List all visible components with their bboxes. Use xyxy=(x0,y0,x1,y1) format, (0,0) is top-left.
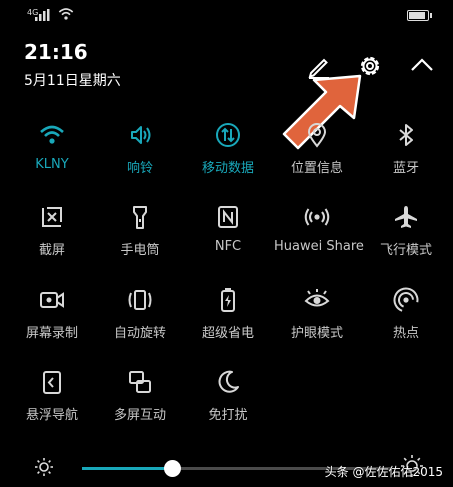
watermark: 头条 @佐佐佑佑2015 xyxy=(324,465,443,479)
auto-rotate-icon xyxy=(128,290,152,310)
eye-comfort-icon xyxy=(304,289,330,307)
tile-label: 位置信息 xyxy=(290,161,343,176)
tile-nfc[interactable]: NFC xyxy=(185,203,271,273)
tile-mobile-data[interactable]: 移动数据 xyxy=(185,121,271,191)
tile-wifi[interactable]: KLNY xyxy=(9,121,95,191)
battery-icon xyxy=(407,10,432,21)
tile-label: 超级省电 xyxy=(201,326,254,341)
airplane-icon xyxy=(395,206,417,228)
screenshot-icon xyxy=(42,207,62,227)
tile-bluetooth[interactable]: 蓝牙 xyxy=(363,121,449,191)
ring-icon xyxy=(131,126,151,144)
tile-flashlight[interactable]: 手电筒 xyxy=(97,203,183,273)
bluetooth-icon xyxy=(399,124,413,146)
screen-record-icon xyxy=(40,292,64,308)
tile-label: NFC xyxy=(214,239,242,254)
tile-label: 屏幕录制 xyxy=(25,326,78,341)
location-icon xyxy=(307,123,327,148)
brightness-thumb[interactable] xyxy=(163,460,181,477)
brightness-fill xyxy=(82,467,172,470)
floating-nav-icon xyxy=(43,371,61,394)
tile-label: 护眼模式 xyxy=(290,326,343,341)
tile-floating-nav[interactable]: 悬浮导航 xyxy=(9,368,95,438)
status-bar: 4G xyxy=(0,0,453,30)
hotspot-icon xyxy=(393,287,419,313)
tile-airplane[interactable]: 飞行模式 xyxy=(363,203,449,273)
power-saver-icon xyxy=(221,288,235,312)
tile-label: 蓝牙 xyxy=(392,161,419,176)
multi-screen-icon xyxy=(129,371,151,393)
wifi-status-icon xyxy=(58,8,74,20)
tile-screen-record[interactable]: 屏幕录制 xyxy=(9,286,95,356)
tile-label: Huawei Share xyxy=(274,239,364,254)
tile-hotspot[interactable]: 热点 xyxy=(363,286,449,356)
do-not-disturb-icon xyxy=(218,370,239,393)
tile-label: 截屏 xyxy=(38,243,65,258)
tile-label: 悬浮导航 xyxy=(25,408,78,423)
tile-multi-screen[interactable]: 多屏互动 xyxy=(97,368,183,438)
huawei-share-icon xyxy=(304,208,330,226)
tile-label: 移动数据 xyxy=(201,161,254,176)
tile-location[interactable]: 位置信息 xyxy=(274,121,360,191)
tile-label: 免打扰 xyxy=(208,408,248,423)
nfc-icon xyxy=(218,206,238,228)
tile-eye-comfort[interactable]: 护眼模式 xyxy=(274,286,360,356)
date: 5月11日星期六 xyxy=(24,73,121,89)
flashlight-icon xyxy=(133,206,147,229)
tile-screenshot[interactable]: 截屏 xyxy=(9,203,95,273)
clock: 21:16 xyxy=(24,40,88,64)
tile-label: 飞行模式 xyxy=(379,243,432,258)
tile-huawei-share[interactable]: Huawei Share xyxy=(274,203,364,273)
tile-label: 多屏互动 xyxy=(113,408,166,423)
collapse-icon[interactable] xyxy=(408,52,436,80)
tile-label: KLNY xyxy=(35,157,69,172)
tile-label: 自动旋转 xyxy=(113,326,166,341)
tile-label: 响铃 xyxy=(126,161,153,176)
tile-label: 热点 xyxy=(392,326,419,341)
tile-power-saver[interactable]: 超级省电 xyxy=(185,286,271,356)
tile-ring[interactable]: 响铃 xyxy=(97,121,183,191)
signal-icon xyxy=(35,9,50,21)
tile-do-not-disturb[interactable]: 免打扰 xyxy=(185,368,271,438)
tile-auto-rotate[interactable]: 自动旋转 xyxy=(97,286,183,356)
mobile-data-icon xyxy=(216,123,240,147)
wifi-icon xyxy=(40,125,64,144)
brightness-low-icon xyxy=(35,458,53,476)
tile-label: 手电筒 xyxy=(120,243,160,258)
